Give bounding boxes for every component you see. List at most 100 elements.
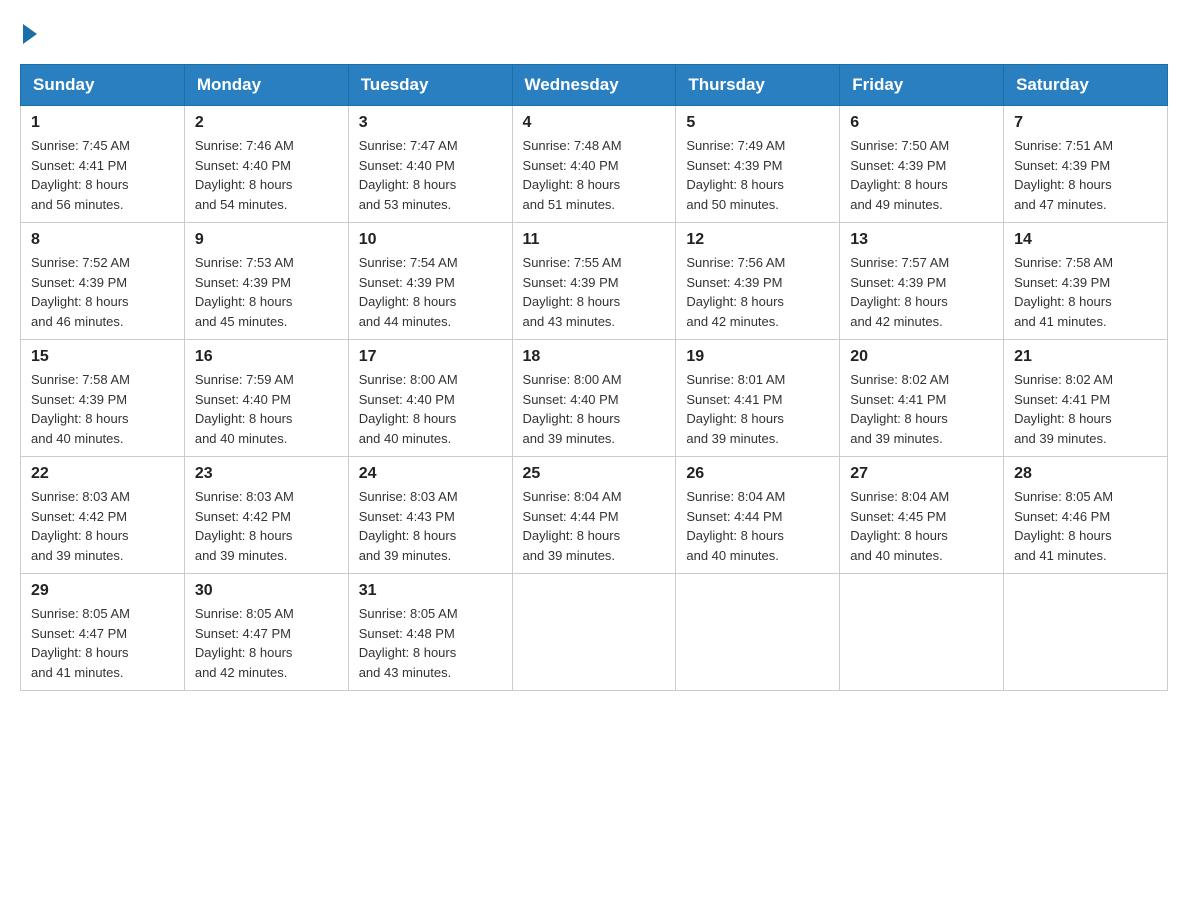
- day-info: Sunrise: 8:02 AMSunset: 4:41 PMDaylight:…: [1014, 370, 1157, 448]
- day-number: 20: [850, 348, 993, 366]
- day-number: 24: [359, 465, 502, 483]
- weekday-header-monday: Monday: [184, 65, 348, 106]
- week-row-5: 29Sunrise: 8:05 AMSunset: 4:47 PMDayligh…: [21, 574, 1168, 691]
- day-info: Sunrise: 7:56 AMSunset: 4:39 PMDaylight:…: [686, 253, 829, 331]
- day-cell-18: 18 Sunrise: 8:00 AMSunset: 4:40 PMDayligh…: [512, 340, 676, 457]
- day-info: Sunrise: 8:05 AMSunset: 4:47 PMDaylight:…: [195, 604, 338, 682]
- day-info: Sunrise: 7:58 AMSunset: 4:39 PMDaylight:…: [1014, 253, 1157, 331]
- logo: [20, 20, 37, 44]
- week-row-1: 1 Sunrise: 7:45 AMSunset: 4:41 PMDaylight…: [21, 106, 1168, 223]
- day-number: 11: [523, 231, 666, 249]
- day-number: 22: [31, 465, 174, 483]
- day-number: 27: [850, 465, 993, 483]
- week-row-2: 8 Sunrise: 7:52 AMSunset: 4:39 PMDaylight…: [21, 223, 1168, 340]
- day-cell-23: 23 Sunrise: 8:03 AMSunset: 4:42 PMDayligh…: [184, 457, 348, 574]
- day-info: Sunrise: 8:05 AMSunset: 4:48 PMDaylight:…: [359, 604, 502, 682]
- day-number: 26: [686, 465, 829, 483]
- day-info: Sunrise: 8:03 AMSunset: 4:42 PMDaylight:…: [31, 487, 174, 565]
- day-number: 10: [359, 231, 502, 249]
- day-cell-9: 9Sunrise: 7:53 AMSunset: 4:39 PMDaylight…: [184, 223, 348, 340]
- day-number: 21: [1014, 348, 1157, 366]
- day-number: 18: [523, 348, 666, 366]
- day-number: 16: [195, 348, 338, 366]
- day-number: 4: [523, 114, 666, 132]
- day-info: Sunrise: 7:52 AMSunset: 4:39 PMDaylight:…: [31, 253, 174, 331]
- day-info: Sunrise: 7:47 AMSunset: 4:40 PMDaylight:…: [359, 136, 502, 214]
- weekday-header-row: SundayMondayTuesdayWednesdayThursdayFrid…: [21, 65, 1168, 106]
- day-cell-25: 25Sunrise: 8:04 AMSunset: 4:44 PMDayligh…: [512, 457, 676, 574]
- day-number: 1: [31, 114, 174, 132]
- day-info: Sunrise: 8:00 AMSunset: 4:40 PMDaylight:…: [523, 370, 666, 448]
- day-cell-5: 5 Sunrise: 7:49 AMSunset: 4:39 PMDaylight…: [676, 106, 840, 223]
- day-cell-1: 1 Sunrise: 7:45 AMSunset: 4:41 PMDaylight…: [21, 106, 185, 223]
- day-cell-28: 28Sunrise: 8:05 AMSunset: 4:46 PMDayligh…: [1004, 457, 1168, 574]
- weekday-header-wednesday: Wednesday: [512, 65, 676, 106]
- day-cell-2: 2Sunrise: 7:46 AMSunset: 4:40 PMDaylight…: [184, 106, 348, 223]
- weekday-header-thursday: Thursday: [676, 65, 840, 106]
- day-cell-26: 26 Sunrise: 8:04 AMSunset: 4:44 PMDayligh…: [676, 457, 840, 574]
- empty-cell: [840, 574, 1004, 691]
- day-cell-6: 6 Sunrise: 7:50 AMSunset: 4:39 PMDaylight…: [840, 106, 1004, 223]
- day-info: Sunrise: 7:48 AMSunset: 4:40 PMDaylight:…: [523, 136, 666, 214]
- day-info: Sunrise: 8:01 AMSunset: 4:41 PMDaylight:…: [686, 370, 829, 448]
- weekday-header-sunday: Sunday: [21, 65, 185, 106]
- day-info: Sunrise: 7:50 AMSunset: 4:39 PMDaylight:…: [850, 136, 993, 214]
- day-cell-14: 14 Sunrise: 7:58 AMSunset: 4:39 PMDayligh…: [1004, 223, 1168, 340]
- day-info: Sunrise: 8:03 AMSunset: 4:43 PMDaylight:…: [359, 487, 502, 565]
- day-number: 5: [686, 114, 829, 132]
- day-cell-21: 21 Sunrise: 8:02 AMSunset: 4:41 PMDayligh…: [1004, 340, 1168, 457]
- weekday-header-tuesday: Tuesday: [348, 65, 512, 106]
- weekday-header-friday: Friday: [840, 65, 1004, 106]
- day-info: Sunrise: 7:45 AMSunset: 4:41 PMDaylight:…: [31, 136, 174, 214]
- week-row-3: 15 Sunrise: 7:58 AMSunset: 4:39 PMDayligh…: [21, 340, 1168, 457]
- day-cell-16: 16 Sunrise: 7:59 AMSunset: 4:40 PMDayligh…: [184, 340, 348, 457]
- logo-arrow-icon: [23, 24, 37, 44]
- day-cell-13: 13 Sunrise: 7:57 AMSunset: 4:39 PMDayligh…: [840, 223, 1004, 340]
- day-info: Sunrise: 8:05 AMSunset: 4:46 PMDaylight:…: [1014, 487, 1157, 565]
- day-info: Sunrise: 8:04 AMSunset: 4:44 PMDaylight:…: [686, 487, 829, 565]
- day-cell-10: 10 Sunrise: 7:54 AMSunset: 4:39 PMDayligh…: [348, 223, 512, 340]
- day-cell-30: 30Sunrise: 8:05 AMSunset: 4:47 PMDayligh…: [184, 574, 348, 691]
- day-number: 17: [359, 348, 502, 366]
- empty-cell: [676, 574, 840, 691]
- day-cell-24: 24 Sunrise: 8:03 AMSunset: 4:43 PMDayligh…: [348, 457, 512, 574]
- day-cell-19: 19 Sunrise: 8:01 AMSunset: 4:41 PMDayligh…: [676, 340, 840, 457]
- day-cell-20: 20 Sunrise: 8:02 AMSunset: 4:41 PMDayligh…: [840, 340, 1004, 457]
- day-number: 15: [31, 348, 174, 366]
- day-cell-31: 31 Sunrise: 8:05 AMSunset: 4:48 PMDayligh…: [348, 574, 512, 691]
- day-info: Sunrise: 7:57 AMSunset: 4:39 PMDaylight:…: [850, 253, 993, 331]
- day-info: Sunrise: 7:53 AMSunset: 4:39 PMDaylight:…: [195, 253, 338, 331]
- day-number: 23: [195, 465, 338, 483]
- day-cell-3: 3 Sunrise: 7:47 AMSunset: 4:40 PMDaylight…: [348, 106, 512, 223]
- empty-cell: [1004, 574, 1168, 691]
- day-info: Sunrise: 7:49 AMSunset: 4:39 PMDaylight:…: [686, 136, 829, 214]
- day-info: Sunrise: 7:54 AMSunset: 4:39 PMDaylight:…: [359, 253, 502, 331]
- day-number: 8: [31, 231, 174, 249]
- day-cell-12: 12 Sunrise: 7:56 AMSunset: 4:39 PMDayligh…: [676, 223, 840, 340]
- day-cell-8: 8 Sunrise: 7:52 AMSunset: 4:39 PMDaylight…: [21, 223, 185, 340]
- day-info: Sunrise: 8:03 AMSunset: 4:42 PMDaylight:…: [195, 487, 338, 565]
- day-cell-27: 27 Sunrise: 8:04 AMSunset: 4:45 PMDayligh…: [840, 457, 1004, 574]
- day-number: 12: [686, 231, 829, 249]
- week-row-4: 22 Sunrise: 8:03 AMSunset: 4:42 PMDayligh…: [21, 457, 1168, 574]
- day-info: Sunrise: 7:51 AMSunset: 4:39 PMDaylight:…: [1014, 136, 1157, 214]
- day-info: Sunrise: 7:58 AMSunset: 4:39 PMDaylight:…: [31, 370, 174, 448]
- day-info: Sunrise: 7:59 AMSunset: 4:40 PMDaylight:…: [195, 370, 338, 448]
- day-cell-22: 22 Sunrise: 8:03 AMSunset: 4:42 PMDayligh…: [21, 457, 185, 574]
- day-number: 6: [850, 114, 993, 132]
- page-header: [20, 20, 1168, 44]
- day-cell-11: 11 Sunrise: 7:55 AMSunset: 4:39 PMDayligh…: [512, 223, 676, 340]
- day-info: Sunrise: 8:05 AMSunset: 4:47 PMDaylight:…: [31, 604, 174, 682]
- day-cell-7: 7Sunrise: 7:51 AMSunset: 4:39 PMDaylight…: [1004, 106, 1168, 223]
- day-number: 19: [686, 348, 829, 366]
- day-number: 31: [359, 582, 502, 600]
- day-info: Sunrise: 7:55 AMSunset: 4:39 PMDaylight:…: [523, 253, 666, 331]
- day-number: 3: [359, 114, 502, 132]
- day-cell-4: 4 Sunrise: 7:48 AMSunset: 4:40 PMDaylight…: [512, 106, 676, 223]
- day-info: Sunrise: 8:04 AMSunset: 4:44 PMDaylight:…: [523, 487, 666, 565]
- weekday-header-saturday: Saturday: [1004, 65, 1168, 106]
- day-number: 13: [850, 231, 993, 249]
- day-info: Sunrise: 8:02 AMSunset: 4:41 PMDaylight:…: [850, 370, 993, 448]
- day-number: 14: [1014, 231, 1157, 249]
- day-info: Sunrise: 8:04 AMSunset: 4:45 PMDaylight:…: [850, 487, 993, 565]
